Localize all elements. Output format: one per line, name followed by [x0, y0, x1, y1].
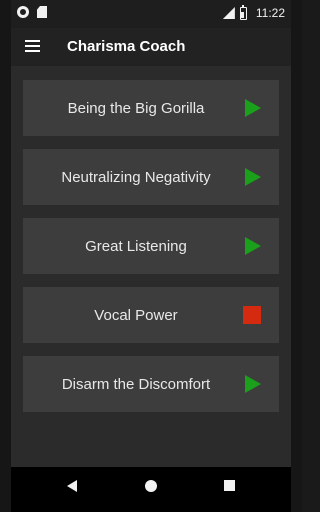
battery-icon	[239, 4, 247, 20]
signal-icon: LTE	[220, 4, 235, 19]
hamburger-menu-icon[interactable]	[25, 40, 40, 52]
play-icon[interactable]	[245, 237, 261, 255]
recents-icon[interactable]	[224, 480, 235, 491]
lesson-label: Great Listening	[85, 237, 187, 255]
lesson-label: Disarm the Discomfort	[61, 375, 211, 393]
play-icon[interactable]	[245, 99, 261, 117]
lesson-list: Being the Big Gorilla Neutralizing Negat…	[23, 80, 279, 425]
lesson-item-neutralizing-negativity[interactable]: Neutralizing Negativity	[23, 149, 279, 205]
app-title: Charisma Coach	[67, 38, 186, 55]
sim-card-icon	[37, 6, 47, 18]
menu-line	[25, 45, 40, 47]
navigation-bar	[11, 467, 291, 512]
lesson-item-vocal-power[interactable]: Vocal Power	[23, 287, 279, 343]
menu-line	[25, 40, 40, 42]
lesson-item-great-listening[interactable]: Great Listening	[23, 218, 279, 274]
menu-line	[25, 50, 40, 52]
lesson-label: Neutralizing Negativity	[61, 168, 211, 186]
status-left	[17, 6, 47, 18]
circle-icon	[17, 6, 29, 18]
status-bar: LTE 11:22	[11, 0, 291, 28]
play-icon[interactable]	[245, 375, 261, 393]
screen: LTE 11:22 Charisma Coach Being the Big G…	[11, 0, 291, 512]
device-frame: LTE 11:22 Charisma Coach Being the Big G…	[0, 0, 302, 512]
stop-icon[interactable]	[243, 306, 261, 324]
status-right: LTE 11:22	[220, 4, 285, 20]
clock: 11:22	[255, 6, 285, 20]
app-bar: Charisma Coach	[11, 28, 291, 66]
network-label: LTE	[220, 4, 232, 10]
back-icon[interactable]	[67, 480, 77, 492]
lesson-item-disarm-the-discomfort[interactable]: Disarm the Discomfort	[23, 356, 279, 412]
home-icon[interactable]	[145, 480, 157, 492]
play-icon[interactable]	[245, 168, 261, 186]
lesson-label: Being the Big Gorilla	[67, 99, 205, 117]
lesson-label: Vocal Power	[94, 306, 178, 324]
lesson-item-being-the-big-gorilla[interactable]: Being the Big Gorilla	[23, 80, 279, 136]
